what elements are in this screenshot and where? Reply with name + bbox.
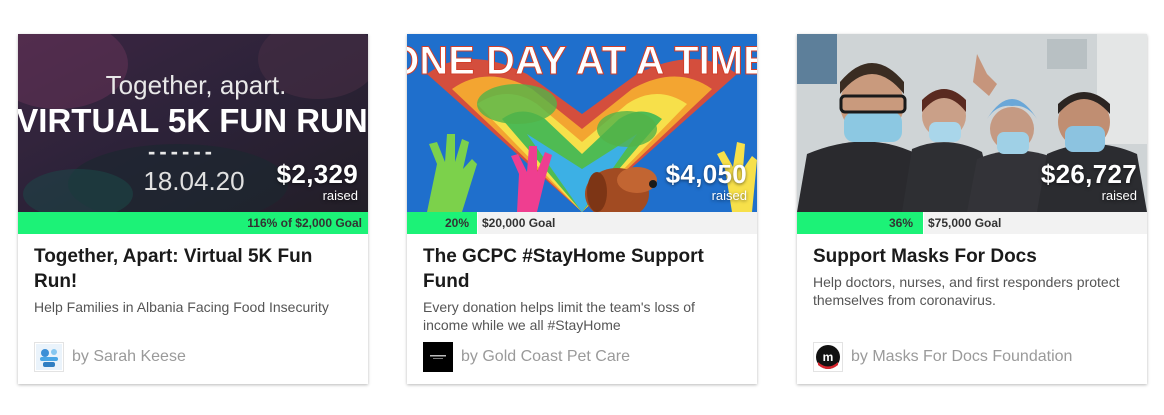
organizer-name[interactable]: by Masks For Docs Foundation <box>851 348 1072 366</box>
campaign-description: Every donation helps limit the team's lo… <box>423 299 695 333</box>
campaign-card-2[interactable]: ONE DAY AT A TIME $4,050 raised 20% $20,… <box>407 34 757 384</box>
raised-label: raised <box>322 188 358 203</box>
progress-percent: 20% <box>445 216 470 230</box>
campaign-title[interactable]: Together, Apart: Virtual 5K Fun Run! <box>34 244 352 294</box>
amount-value: $2,329 <box>276 159 358 189</box>
progress-bar: 36% $75,000 Goal <box>797 212 1147 234</box>
campaign-description: Help Families in Albania Facing Food Ins… <box>34 299 329 315</box>
campaign-title[interactable]: Support Masks For Docs <box>813 244 1131 269</box>
campaign-image[interactable]: Together, apart. VIRTUAL 5K FUN RUN ----… <box>18 34 368 212</box>
organizer[interactable]: by Gold Coast Pet Care <box>423 342 630 372</box>
goal-label: $75,000 Goal <box>923 212 1001 234</box>
goal-label: $20,000 Goal <box>477 212 555 234</box>
campaign-card-3[interactable]: $26,727 raised 36% $75,000 Goal Support … <box>797 34 1147 384</box>
image-tagline: Together, apart. <box>106 70 287 100</box>
avatar-image <box>424 343 452 371</box>
progress-bar: 116% of $2,000 Goal <box>18 212 368 234</box>
image-divider: ------ <box>148 139 216 164</box>
avatar-image <box>36 344 62 370</box>
campaign-image[interactable]: $26,727 raised <box>797 34 1147 212</box>
amount-value: $4,050 <box>665 159 747 189</box>
campaign-description: Help doctors, nurses, and first responde… <box>813 274 1120 308</box>
amount-value: $26,727 <box>1040 159 1137 189</box>
image-date: 18.04.20 <box>143 166 244 196</box>
image-headline: VIRTUAL 5K FUN RUN <box>18 102 368 139</box>
progress-percent: 36% <box>889 216 914 230</box>
progress-label: 116% of $2,000 Goal <box>247 216 362 230</box>
organizer-avatar: m <box>813 342 843 372</box>
campaign-image[interactable]: ONE DAY AT A TIME $4,050 raised <box>407 34 757 212</box>
organizer-name[interactable]: by Sarah Keese <box>72 348 186 366</box>
campaign-card-1[interactable]: Together, apart. VIRTUAL 5K FUN RUN ----… <box>18 34 368 384</box>
avatar-image: m <box>814 343 842 371</box>
amount-raised: $2,329 raised <box>277 160 358 204</box>
image-headline: ONE DAY AT A TIME <box>407 39 757 83</box>
campaign-title[interactable]: The GCPC #StayHome Support Fund <box>423 244 741 294</box>
logo-letter: m <box>823 350 834 364</box>
organizer[interactable]: by Sarah Keese <box>34 342 186 372</box>
organizer-name[interactable]: by Gold Coast Pet Care <box>461 348 630 366</box>
amount-raised: $4,050 raised <box>666 160 747 204</box>
raised-label: raised <box>1101 188 1137 203</box>
organizer-avatar <box>423 342 453 372</box>
amount-raised: $26,727 raised <box>1041 160 1137 204</box>
organizer[interactable]: m by Masks For Docs Foundation <box>813 342 1072 372</box>
progress-bar: 20% $20,000 Goal <box>407 212 757 234</box>
raised-label: raised <box>711 188 747 203</box>
organizer-avatar <box>34 342 64 372</box>
